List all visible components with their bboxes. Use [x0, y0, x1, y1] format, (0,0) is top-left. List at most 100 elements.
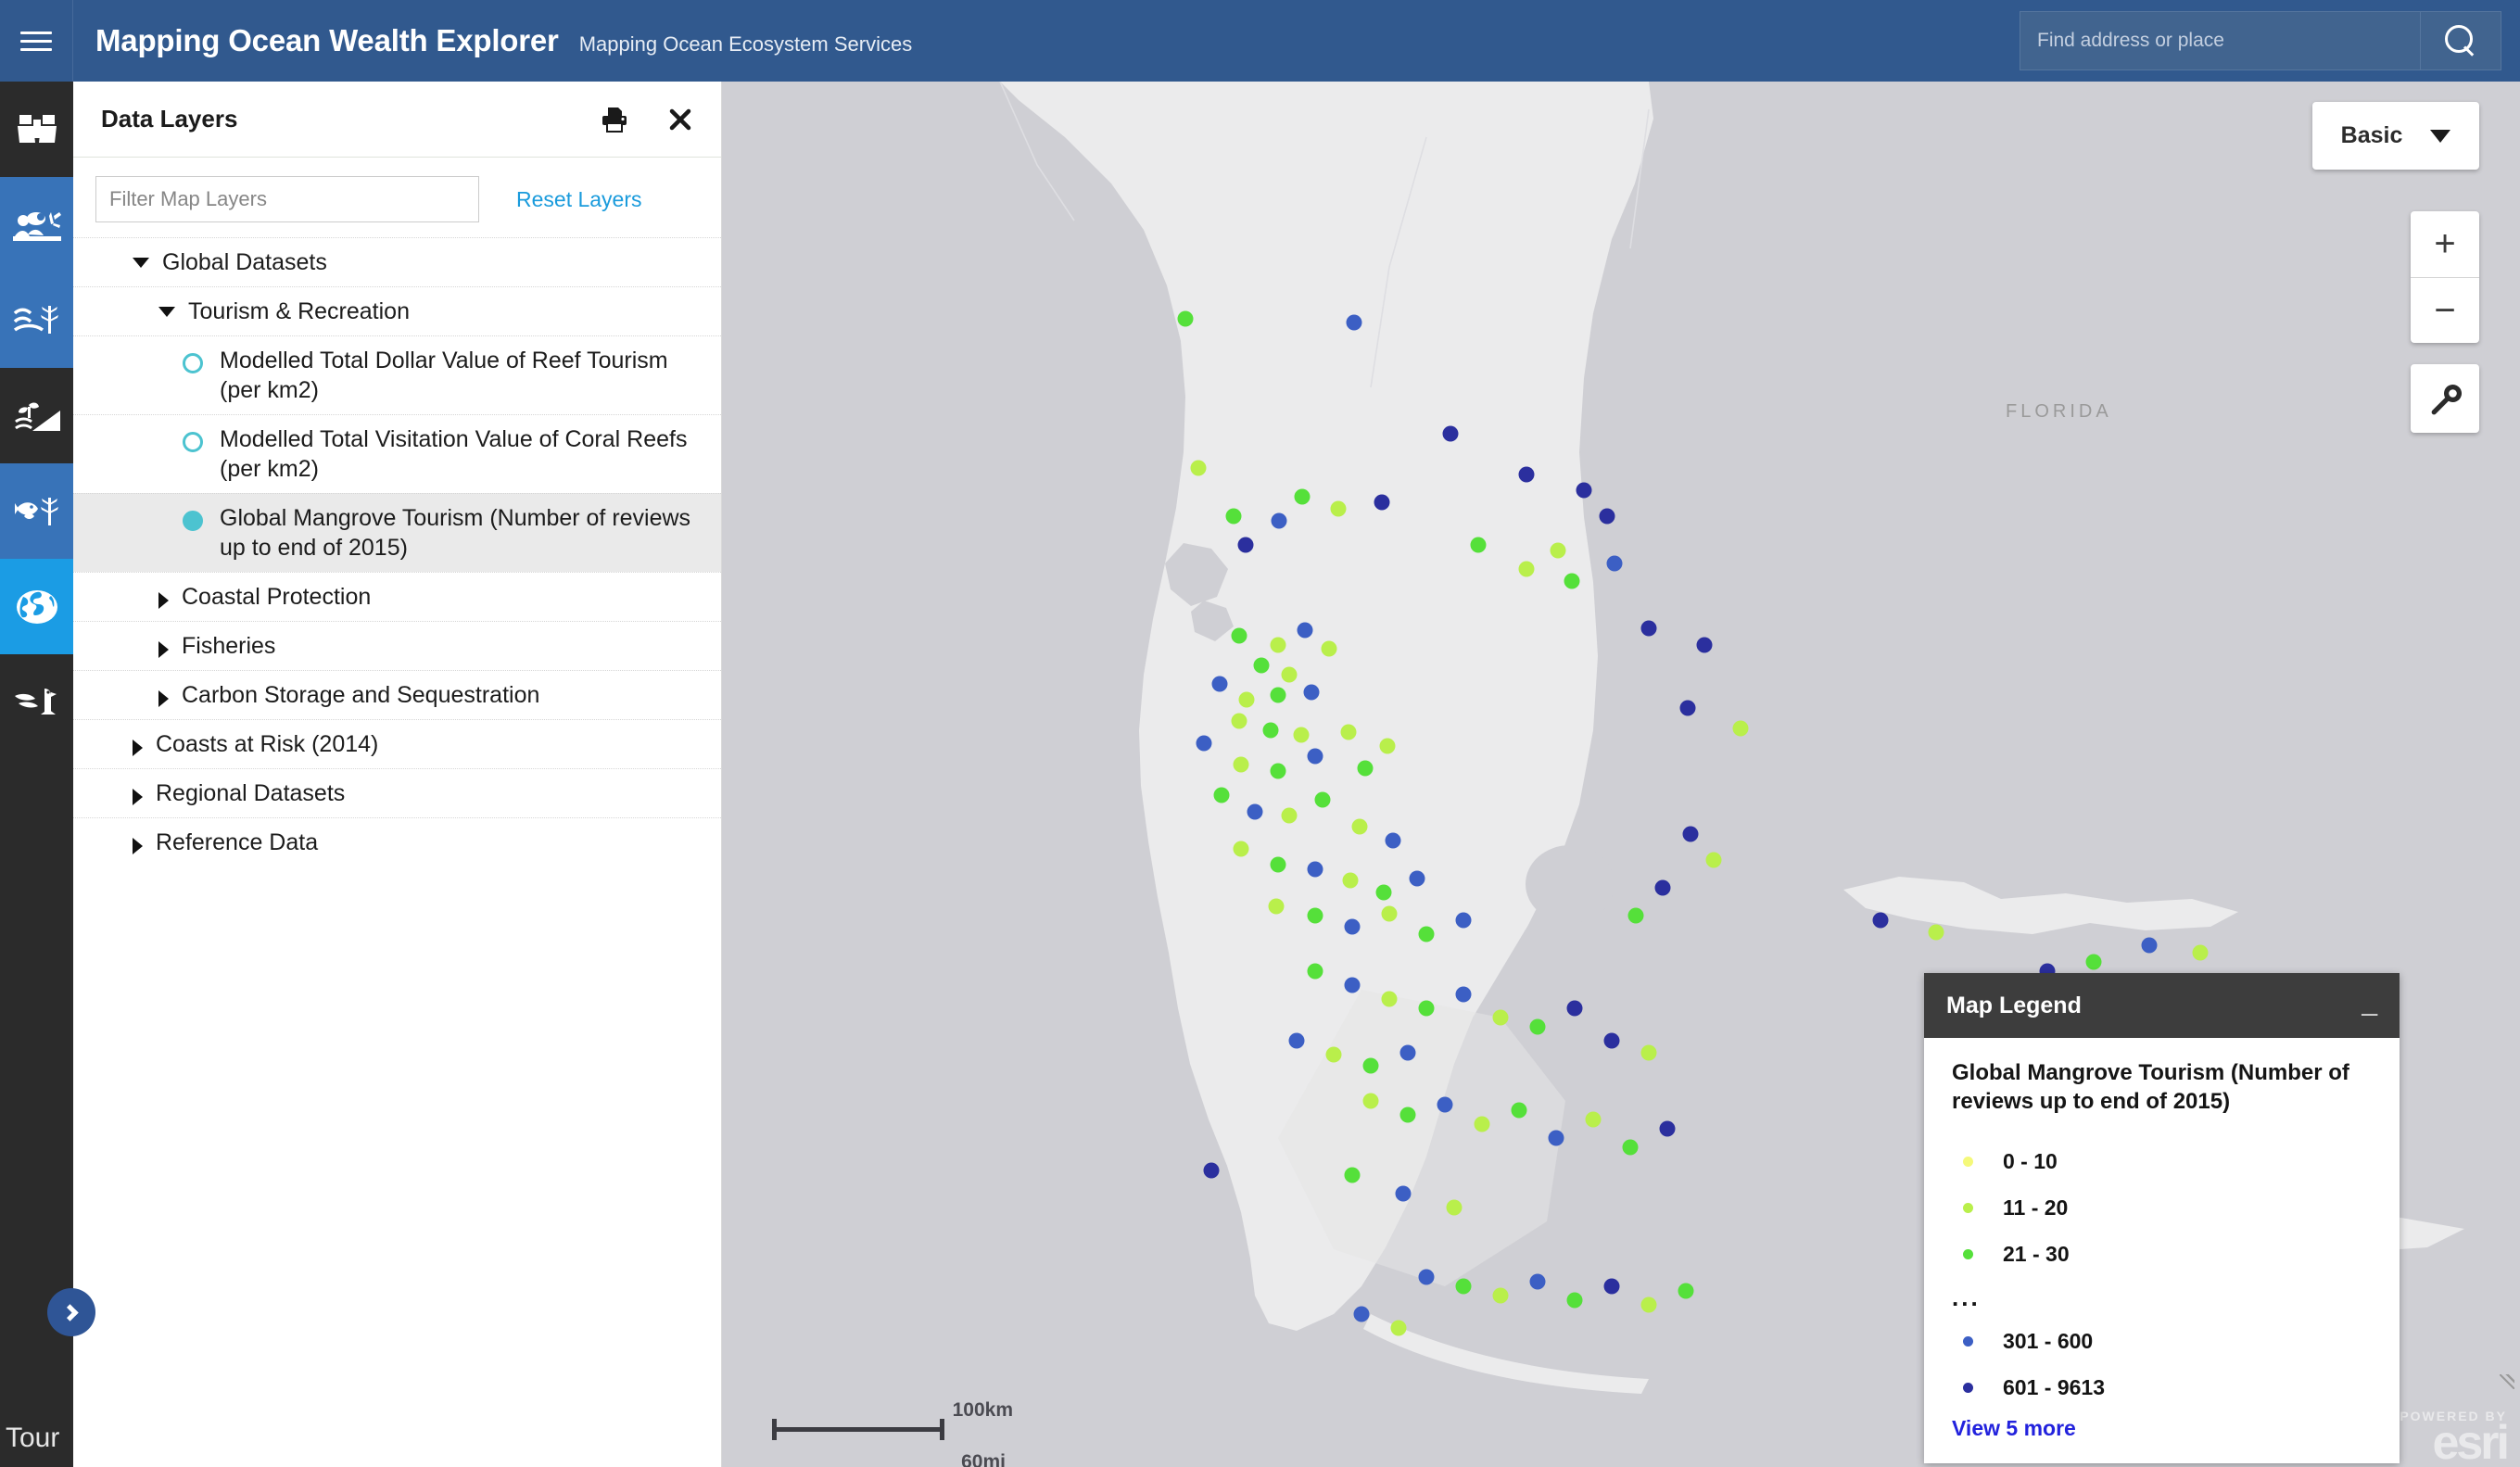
map-data-point[interactable] — [1307, 861, 1323, 878]
map-data-point[interactable] — [1346, 314, 1362, 331]
map-data-point[interactable] — [1399, 1107, 1416, 1123]
map-data-point[interactable] — [1492, 1009, 1509, 1026]
map-data-point[interactable] — [1344, 977, 1361, 993]
map-data-point[interactable] — [1237, 537, 1254, 553]
sidebar-item-coastal-protection[interactable] — [0, 368, 73, 463]
map-data-point[interactable] — [1271, 512, 1287, 529]
map-data-point[interactable] — [1203, 1162, 1220, 1179]
map-data-point[interactable] — [1550, 542, 1566, 559]
map-data-point[interactable] — [1409, 870, 1425, 887]
sidebar-item-waves-mangrove[interactable] — [0, 272, 73, 368]
sidebar-item-global-datasets[interactable] — [0, 559, 73, 654]
map-data-point[interactable] — [1437, 1096, 1453, 1113]
map-data-point[interactable] — [1640, 1044, 1657, 1061]
radio-button-off-icon[interactable] — [183, 353, 203, 373]
map-data-point[interactable] — [1679, 700, 1696, 716]
map-data-point[interactable] — [1455, 986, 1472, 1003]
tree-group-tourism-recreation[interactable]: Tourism & Recreation — [73, 286, 721, 335]
map-data-point[interactable] — [1231, 713, 1247, 729]
map-canvas[interactable]: FLORIDA Straits of Florida Basic + − 100… — [722, 82, 2520, 1467]
map-data-point[interactable] — [1529, 1018, 1546, 1035]
tree-group-fisheries[interactable]: Fisheries — [73, 621, 721, 670]
map-data-point[interactable] — [1442, 425, 1459, 442]
map-data-point[interactable] — [1225, 508, 1242, 525]
map-data-point[interactable] — [1379, 738, 1396, 754]
map-data-point[interactable] — [1330, 500, 1347, 517]
tree-group-global-datasets[interactable]: Global Datasets — [73, 237, 721, 286]
radio-button-off-icon[interactable] — [183, 432, 203, 452]
radio-button-on-icon[interactable] — [183, 511, 203, 531]
map-data-point[interactable] — [1340, 724, 1357, 740]
map-data-point[interactable] — [1455, 1278, 1472, 1295]
map-data-point[interactable] — [1297, 622, 1313, 639]
map-data-point[interactable] — [1247, 803, 1263, 820]
map-data-point[interactable] — [1566, 1292, 1583, 1309]
map-data-point[interactable] — [1418, 1269, 1435, 1285]
map-tools-button[interactable] — [2411, 364, 2479, 433]
map-data-point[interactable] — [1696, 637, 1713, 653]
map-data-point[interactable] — [1288, 1032, 1305, 1049]
tree-group-carbon-storage[interactable]: Carbon Storage and Sequestration — [73, 670, 721, 719]
map-data-point[interactable] — [1253, 657, 1270, 674]
sidebar-item-carbon-storage[interactable] — [0, 654, 73, 750]
map-data-point[interactable] — [1362, 1057, 1379, 1074]
map-data-point[interactable] — [1640, 1296, 1657, 1313]
map-data-point[interactable] — [1599, 508, 1615, 525]
map-data-point[interactable] — [1381, 991, 1398, 1007]
search-input[interactable] — [2020, 11, 2420, 70]
map-data-point[interactable] — [1385, 832, 1401, 849]
legend-collapse-button[interactable]: _ — [2362, 987, 2377, 1015]
map-data-point[interactable] — [1390, 1320, 1407, 1336]
map-data-point[interactable] — [1268, 898, 1285, 915]
tree-group-regional-datasets[interactable]: Regional Datasets — [73, 768, 721, 817]
map-data-point[interactable] — [1177, 310, 1194, 327]
map-data-point[interactable] — [1659, 1120, 1676, 1137]
map-data-point[interactable] — [1518, 466, 1535, 483]
map-data-point[interactable] — [1928, 924, 1944, 941]
map-data-point[interactable] — [1872, 912, 1889, 929]
layer-item-reef-tourism-dollar-value[interactable]: Modelled Total Dollar Value of Reef Tour… — [73, 335, 721, 414]
map-data-point[interactable] — [1603, 1278, 1620, 1295]
map-data-point[interactable] — [1281, 807, 1298, 824]
map-data-point[interactable] — [1566, 1000, 1583, 1017]
map-data-point[interactable] — [1233, 756, 1249, 773]
map-data-point[interactable] — [2192, 944, 2209, 961]
sidebar-item-fisheries[interactable] — [0, 463, 73, 559]
map-data-point[interactable] — [2085, 954, 2102, 970]
map-data-point[interactable] — [1270, 856, 1286, 873]
map-data-point[interactable] — [1418, 1000, 1435, 1017]
map-data-point[interactable] — [1585, 1111, 1602, 1128]
map-data-point[interactable] — [1627, 907, 1644, 924]
reset-layers-link[interactable]: Reset Layers — [516, 187, 642, 212]
resize-grip-icon[interactable] — [2500, 1374, 2514, 1389]
map-data-point[interactable] — [1548, 1130, 1564, 1146]
close-button[interactable] — [667, 107, 693, 133]
map-data-point[interactable] — [1474, 1116, 1490, 1132]
map-data-point[interactable] — [1196, 735, 1212, 752]
map-data-point[interactable] — [1446, 1199, 1463, 1216]
map-data-point[interactable] — [1381, 905, 1398, 922]
map-data-point[interactable] — [1238, 691, 1255, 708]
map-data-point[interactable] — [1294, 488, 1311, 505]
zoom-in-button[interactable]: + — [2411, 211, 2479, 277]
map-data-point[interactable] — [1511, 1102, 1527, 1119]
map-data-point[interactable] — [1606, 555, 1623, 572]
map-data-point[interactable] — [1622, 1139, 1639, 1156]
hamburger-menu-icon[interactable] — [0, 0, 73, 82]
map-data-point[interactable] — [1303, 684, 1320, 701]
map-data-point[interactable] — [1231, 627, 1247, 644]
map-data-point[interactable] — [1307, 748, 1323, 765]
basemap-selector-button[interactable]: Basic — [2312, 102, 2479, 170]
map-data-point[interactable] — [1529, 1273, 1546, 1290]
map-data-point[interactable] — [1564, 573, 1580, 589]
map-data-point[interactable] — [1682, 826, 1699, 842]
map-data-point[interactable] — [1455, 912, 1472, 929]
map-data-point[interactable] — [1374, 494, 1390, 511]
tree-group-reference-data[interactable]: Reference Data — [73, 817, 721, 866]
map-data-point[interactable] — [1344, 1167, 1361, 1183]
map-data-point[interactable] — [1190, 460, 1207, 476]
map-data-point[interactable] — [1293, 727, 1310, 743]
map-data-point[interactable] — [1705, 852, 1722, 868]
layer-item-coral-reef-visitation-value[interactable]: Modelled Total Visitation Value of Coral… — [73, 414, 721, 493]
map-data-point[interactable] — [1732, 720, 1749, 737]
